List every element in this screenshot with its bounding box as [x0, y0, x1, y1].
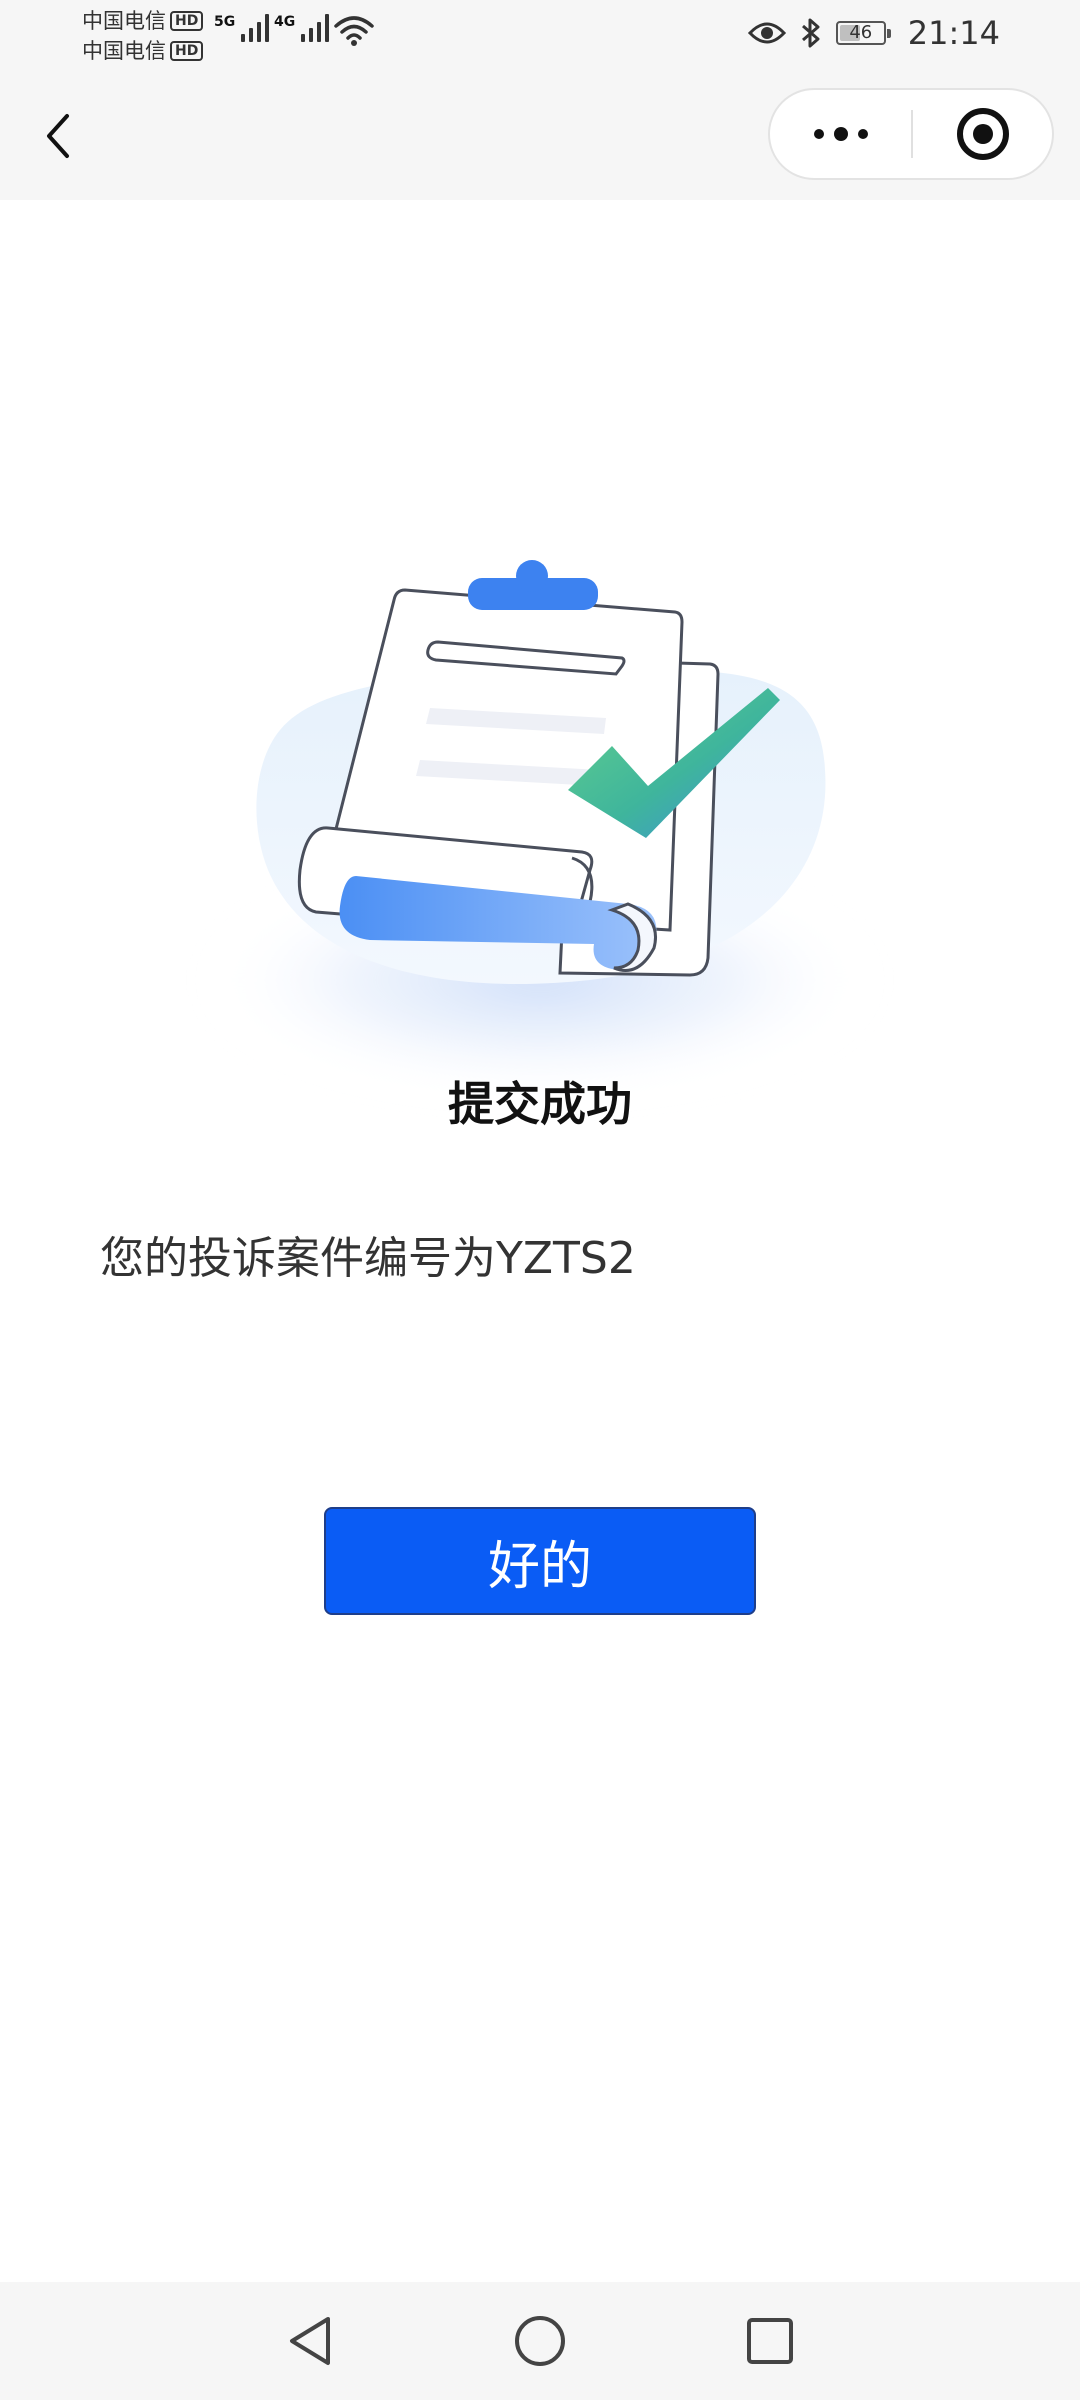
- status-bar: 中国电信 HD 中国电信 HD 5G 4G 46 21:14: [0, 0, 1080, 72]
- system-home-button[interactable]: [480, 2282, 600, 2400]
- signal-icon-2: 4G: [274, 14, 330, 42]
- back-triangle-icon: [290, 2317, 330, 2365]
- bluetooth-icon: [801, 18, 820, 48]
- close-button[interactable]: [913, 90, 1052, 178]
- signal-icon: 5G: [214, 14, 270, 42]
- clipboard-checkmark-illustration: [120, 540, 960, 1140]
- hd-badge-2: HD: [170, 41, 204, 61]
- battery-nub: [886, 29, 891, 38]
- carrier-info: 中国电信 HD 中国电信 HD: [82, 6, 204, 66]
- network-4g-label: 4G: [274, 14, 296, 30]
- status-time: 21:14: [907, 14, 1000, 52]
- status-right-group: 46 21:14: [747, 14, 1000, 52]
- eye-icon: [747, 22, 786, 44]
- battery-level: 46: [849, 22, 873, 43]
- system-back-button[interactable]: [250, 2282, 370, 2400]
- case-number-text: 您的投诉案件编号为YZTS2: [100, 1233, 636, 1284]
- home-circle-icon: [515, 2316, 565, 2366]
- hd-badge: HD: [170, 11, 204, 31]
- carrier-1-label: 中国电信: [82, 9, 166, 33]
- ok-button[interactable]: 好的: [324, 1507, 756, 1615]
- network-5g-label: 5G: [214, 14, 236, 30]
- mini-program-capsule: [768, 88, 1054, 180]
- carrier-2-label: 中国电信: [82, 39, 166, 63]
- system-navigation-bar: [0, 2282, 1080, 2400]
- back-arrow-icon: [47, 114, 69, 158]
- back-button[interactable]: [28, 104, 88, 168]
- nav-bar: [0, 72, 1080, 200]
- recents-square-icon: [747, 2318, 793, 2364]
- system-recents-button[interactable]: [710, 2282, 830, 2400]
- close-target-icon: [956, 108, 1009, 160]
- wifi-icon: [334, 16, 374, 46]
- more-dots-icon: [813, 129, 824, 139]
- battery-icon: 46: [835, 21, 891, 45]
- more-button[interactable]: [770, 90, 911, 178]
- success-title: 提交成功: [448, 1077, 632, 1131]
